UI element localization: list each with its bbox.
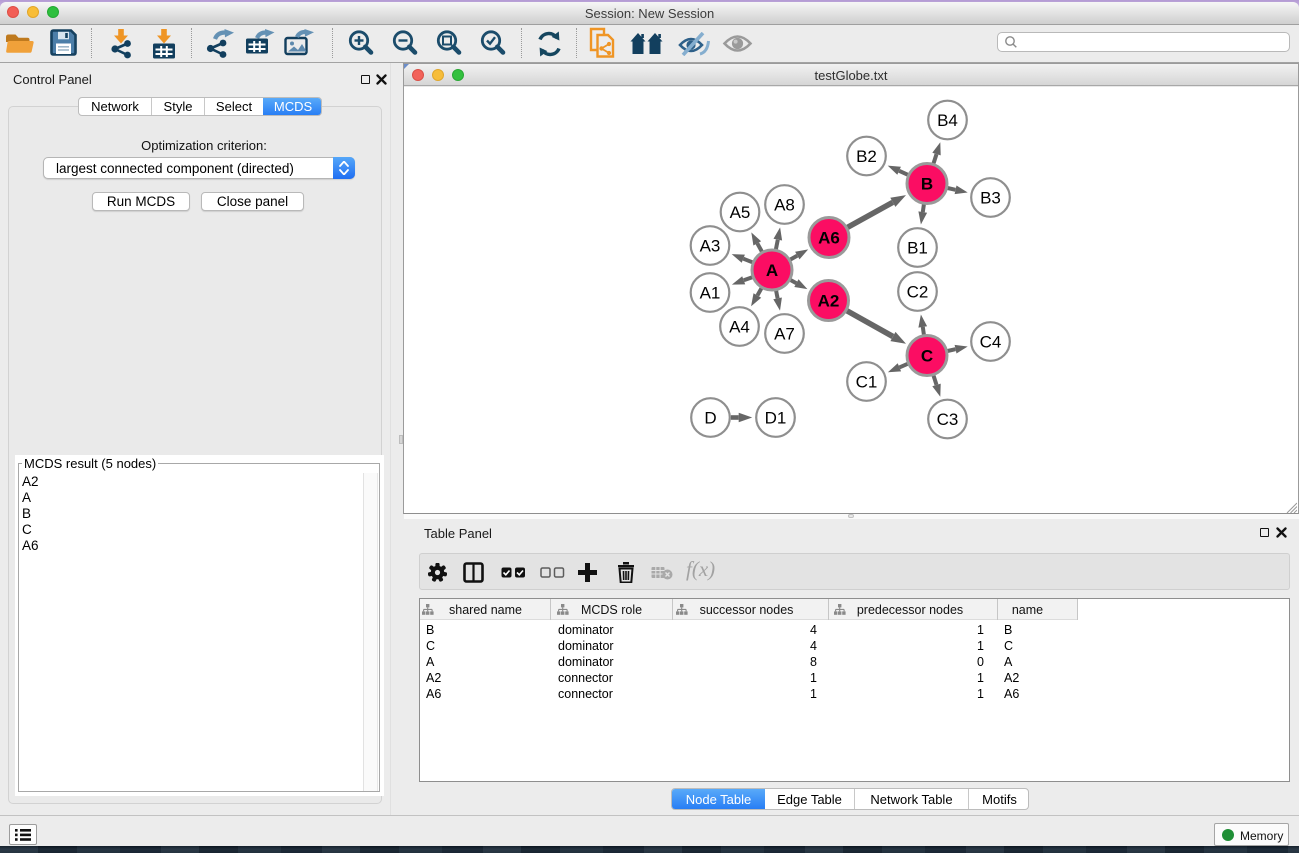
svg-text:A5: A5 bbox=[730, 203, 751, 222]
svg-text:B: B bbox=[921, 175, 933, 194]
svg-text:A2: A2 bbox=[818, 292, 840, 311]
svg-text:D1: D1 bbox=[765, 409, 787, 428]
svg-text:C4: C4 bbox=[980, 333, 1002, 352]
svg-text:C2: C2 bbox=[907, 283, 929, 302]
svg-text:B1: B1 bbox=[907, 239, 928, 258]
svg-text:A: A bbox=[766, 261, 778, 280]
svg-text:D: D bbox=[704, 409, 716, 428]
svg-text:B3: B3 bbox=[980, 189, 1001, 208]
svg-text:A4: A4 bbox=[729, 318, 750, 337]
svg-text:A3: A3 bbox=[700, 237, 721, 256]
svg-text:C3: C3 bbox=[937, 410, 959, 429]
svg-text:B4: B4 bbox=[937, 111, 958, 130]
svg-text:A8: A8 bbox=[774, 196, 795, 215]
svg-text:A1: A1 bbox=[700, 284, 721, 303]
svg-text:C1: C1 bbox=[856, 373, 878, 392]
svg-text:C: C bbox=[921, 347, 933, 366]
svg-text:A6: A6 bbox=[818, 229, 840, 248]
svg-text:A7: A7 bbox=[774, 325, 795, 344]
svg-text:B2: B2 bbox=[856, 147, 877, 166]
